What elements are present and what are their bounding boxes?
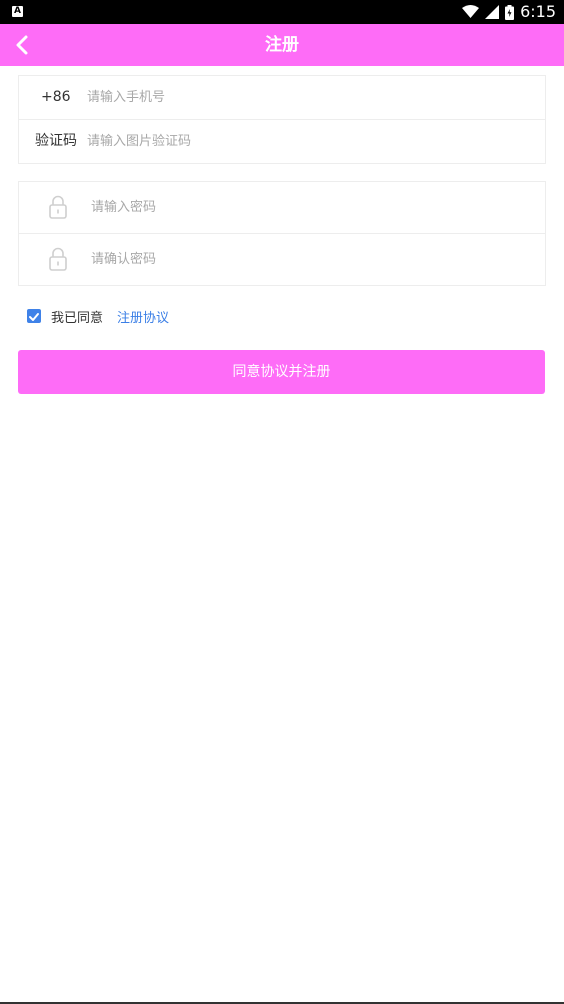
agreement-row: 我已同意 注册协议 <box>27 306 169 326</box>
phone-input[interactable] <box>87 76 527 119</box>
password-card <box>18 181 546 286</box>
wifi-icon <box>462 5 480 18</box>
status-bar-right: 6:15 <box>462 0 556 24</box>
register-button[interactable]: 同意协议并注册 <box>18 350 545 394</box>
agree-checkbox[interactable] <box>27 309 41 323</box>
captcha-row: 验证码 <box>19 119 545 163</box>
agreement-link[interactable]: 注册协议 <box>117 307 169 326</box>
status-time: 6:15 <box>520 2 556 21</box>
battery-icon <box>505 4 515 20</box>
password-input[interactable] <box>91 182 527 233</box>
app-notification-icon: A <box>12 6 23 17</box>
password-row <box>19 182 545 233</box>
captcha-input[interactable] <box>87 120 527 163</box>
app-bar: 注册 <box>0 24 564 66</box>
phone-card: +86 验证码 <box>18 75 546 164</box>
phone-row: +86 <box>19 76 545 119</box>
back-button[interactable] <box>8 30 38 60</box>
confirm-password-input[interactable] <box>91 234 527 285</box>
captcha-label: 验证码 <box>35 133 77 149</box>
checkmark-icon <box>29 313 39 321</box>
agreement-text: 我已同意 <box>51 310 104 326</box>
lock-icon <box>49 195 67 219</box>
back-arrow-icon <box>16 35 28 55</box>
status-bar: A 6:15 <box>0 0 564 24</box>
lock-icon <box>49 247 67 271</box>
country-code[interactable]: +86 <box>41 76 71 119</box>
signal-icon <box>485 5 500 19</box>
confirm-password-row <box>19 233 545 285</box>
page-title: 注册 <box>265 35 299 55</box>
